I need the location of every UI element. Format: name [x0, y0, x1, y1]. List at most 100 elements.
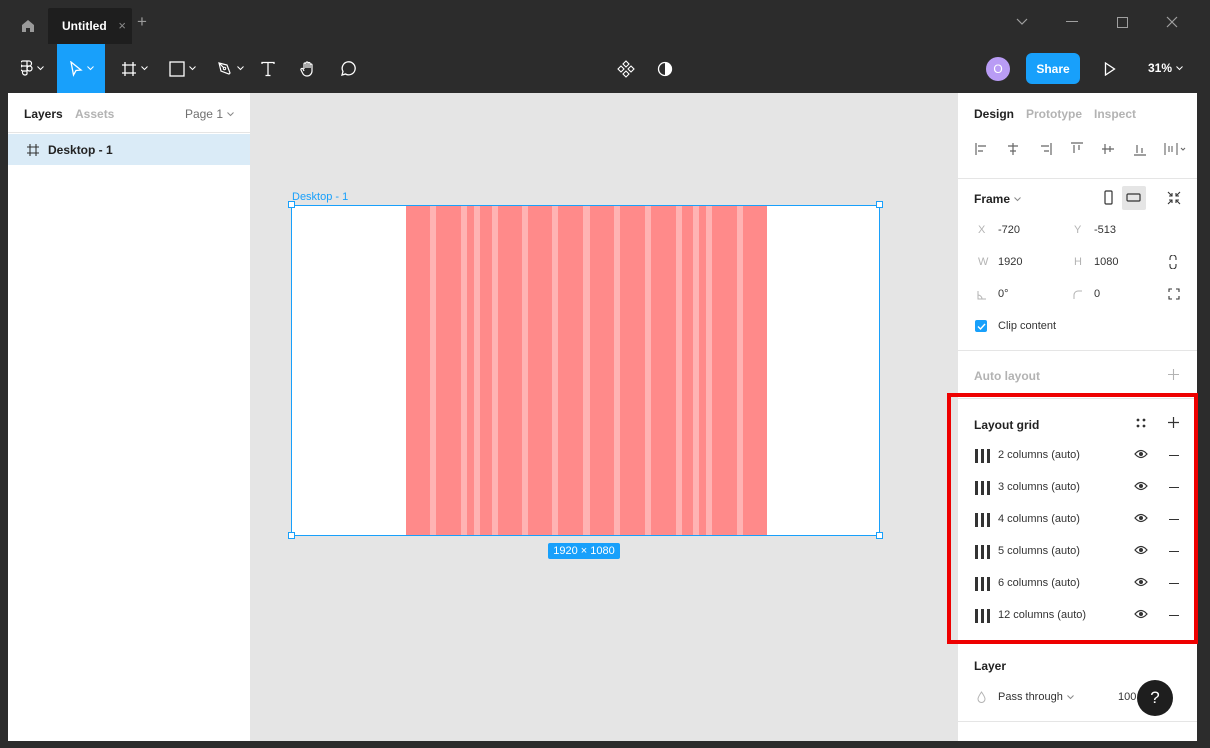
tab-title: Untitled [62, 19, 107, 33]
align-left-icon[interactable] [974, 141, 990, 157]
grid-gutter [676, 206, 682, 535]
help-button[interactable]: ? [1137, 680, 1173, 716]
checkmark-icon [977, 323, 986, 330]
chevron-down-icon [1176, 65, 1183, 70]
minimize-icon[interactable] [1062, 12, 1082, 32]
auto-layout-title: Auto layout [974, 369, 1040, 383]
resize-to-fit-icon[interactable] [1166, 190, 1182, 206]
share-button[interactable]: Share [1026, 53, 1080, 84]
grid-gutter [461, 206, 467, 535]
text-tool-button[interactable] [254, 44, 282, 93]
portrait-icon[interactable] [1104, 190, 1114, 206]
corner-radius-icon [1073, 290, 1082, 299]
close-window-icon[interactable] [1162, 12, 1182, 32]
resize-handle[interactable] [288, 532, 295, 539]
file-tab[interactable]: Untitled × [48, 8, 132, 44]
contrast-icon [657, 61, 673, 76]
move-tool-button[interactable] [57, 44, 105, 93]
divider [958, 350, 1197, 351]
close-tab-icon[interactable]: × [118, 18, 126, 33]
resize-handle[interactable] [288, 201, 295, 208]
grid-gutter [430, 206, 436, 535]
avatar[interactable]: O [986, 57, 1010, 81]
figma-logo-icon [20, 59, 33, 76]
tab-inspect[interactable]: Inspect [1094, 107, 1136, 121]
align-right-icon[interactable] [1037, 141, 1053, 157]
resize-handle[interactable] [876, 201, 883, 208]
zoom-level: 31% [1148, 61, 1173, 75]
frame-label[interactable]: Desktop - 1 [292, 191, 348, 203]
frame-preset-dropdown[interactable]: Frame [974, 192, 1021, 206]
window-bottom-border [0, 741, 1210, 748]
distribute-icon[interactable] [1163, 141, 1187, 157]
landscape-icon [1126, 193, 1141, 202]
dimensions-badge: 1920 × 1080 [548, 543, 620, 559]
align-horizontal-center-icon[interactable] [1005, 141, 1021, 157]
grid-gutter [645, 206, 651, 535]
play-icon [1104, 61, 1116, 76]
shape-tool-button[interactable] [162, 44, 202, 93]
align-top-icon[interactable] [1069, 141, 1085, 157]
new-tab-button[interactable]: + [137, 13, 147, 30]
y-input[interactable]: -513 [1094, 224, 1116, 236]
cursor-icon [69, 60, 83, 77]
blend-mode-icon [977, 691, 986, 703]
align-vertical-center-icon[interactable] [1100, 141, 1116, 157]
zoom-dropdown[interactable]: 31% [1148, 61, 1183, 75]
page-dropdown[interactable]: Page 1 [185, 107, 234, 121]
x-label: X [978, 224, 986, 236]
tab-design[interactable]: Design [974, 107, 1014, 121]
hand-tool-button[interactable] [294, 44, 322, 93]
maximize-icon[interactable] [1112, 12, 1132, 32]
frame-tool-button[interactable] [114, 44, 154, 93]
chevron-down-icon [36, 66, 44, 71]
present-button[interactable] [1096, 44, 1124, 93]
frame-section-title: Frame [974, 192, 1011, 206]
tab-layers[interactable]: Layers [24, 107, 63, 121]
divider [958, 721, 1197, 722]
landscape-button[interactable] [1122, 186, 1146, 210]
clip-content-checkbox[interactable] [975, 320, 987, 332]
grid-gutter [693, 206, 699, 535]
grid-gutter [706, 206, 712, 535]
tab-assets[interactable]: Assets [75, 107, 114, 121]
corner-radius-input[interactable]: 0 [1094, 288, 1100, 300]
constrain-proportions-icon[interactable] [1169, 255, 1177, 269]
opacity-input[interactable]: 100 [1118, 691, 1136, 703]
add-auto-layout-icon[interactable] [1168, 369, 1179, 380]
width-input[interactable]: 1920 [998, 256, 1022, 268]
height-input[interactable]: 1080 [1094, 256, 1118, 268]
highlight-box [947, 393, 1198, 644]
chevron-down-icon [1014, 196, 1021, 201]
x-input[interactable]: -720 [998, 224, 1020, 236]
tab-prototype[interactable]: Prototype [1026, 107, 1082, 121]
resize-handle[interactable] [876, 532, 883, 539]
frame-hash-icon [121, 61, 136, 76]
hand-icon [300, 60, 313, 77]
chevron-down-icon [1066, 694, 1074, 699]
grid-gutter [474, 206, 480, 535]
grid-gutter [737, 206, 743, 535]
home-button[interactable] [8, 8, 48, 44]
rectangle-icon [168, 60, 185, 77]
left-panel-tabs: Layers Assets Page 1 [8, 93, 250, 133]
rotation-input[interactable]: 0° [998, 288, 1009, 300]
chevron-down-icon[interactable] [1012, 12, 1032, 32]
canvas[interactable]: Desktop - 1 1920 × 1080 [251, 93, 957, 741]
rotation-icon [977, 291, 986, 300]
main-menu-button[interactable] [12, 44, 52, 93]
components-button[interactable] [612, 44, 640, 93]
desktop-frame[interactable] [291, 205, 880, 536]
grid-gutter [552, 206, 558, 535]
pen-tool-button[interactable] [210, 44, 250, 93]
independent-corners-icon[interactable] [1168, 288, 1180, 300]
comment-tool-button[interactable] [334, 44, 362, 93]
chevron-down-icon [86, 66, 94, 71]
y-label: Y [1074, 224, 1082, 236]
align-bottom-icon[interactable] [1132, 141, 1148, 157]
blend-mode-dropdown[interactable]: Pass through [998, 691, 1074, 703]
layer-section-title: Layer [974, 659, 1007, 673]
layer-name: Desktop - 1 [48, 142, 113, 157]
layer-row-desktop[interactable]: Desktop - 1 [8, 134, 250, 165]
mask-button[interactable] [651, 44, 679, 93]
